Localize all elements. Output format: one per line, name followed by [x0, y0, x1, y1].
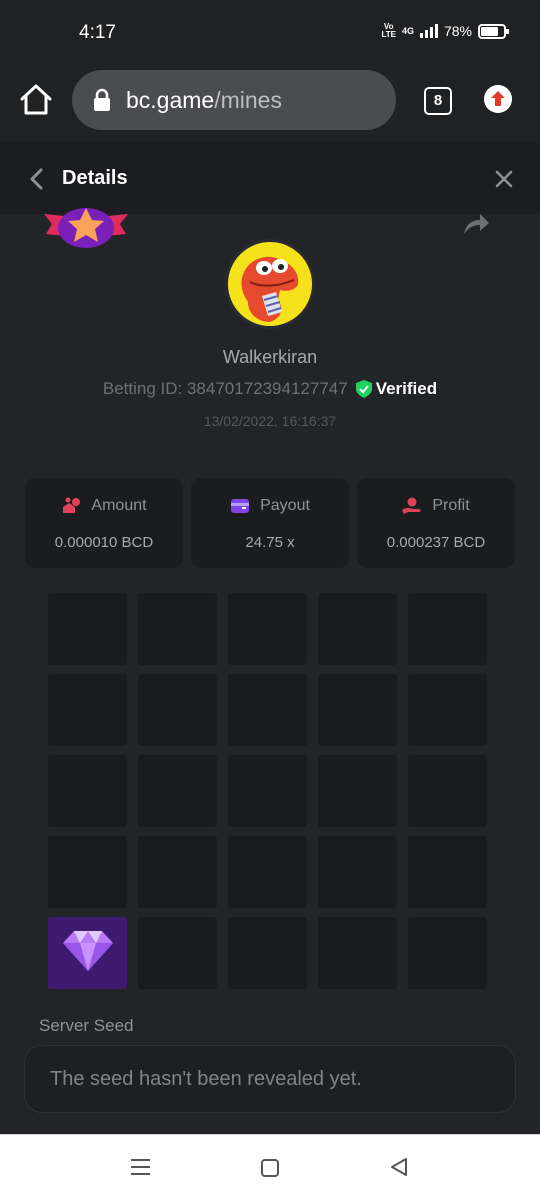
- mine-tile: [318, 917, 397, 989]
- mine-tile-gem: [48, 917, 127, 989]
- url-text: bc.game/mines: [126, 86, 282, 113]
- mine-tile: [408, 674, 487, 746]
- mine-tile: [48, 674, 127, 746]
- bet-details-panel: Walkerkiran Betting ID: 3847017239412774…: [0, 208, 540, 1134]
- network-type: 4G: [401, 26, 414, 36]
- mine-tile: [138, 674, 217, 746]
- payout-card: Payout 24.75 x: [191, 478, 349, 568]
- modal-title: Details: [62, 167, 128, 189]
- mine-tile: [318, 593, 397, 665]
- mine-tile: [138, 836, 217, 908]
- tab-switcher-button[interactable]: 8: [424, 87, 452, 115]
- coins-icon: [63, 497, 81, 513]
- home-nav-icon[interactable]: [261, 1159, 279, 1177]
- status-icons: Vo LTE 4G 78%: [381, 22, 509, 39]
- address-bar[interactable]: bc.game/mines: [72, 70, 396, 130]
- avatar: [225, 239, 315, 329]
- update-icon[interactable]: [484, 85, 512, 113]
- battery-icon: [478, 23, 509, 39]
- mine-tile: [408, 593, 487, 665]
- mine-tile: [408, 917, 487, 989]
- mines-grid: [48, 593, 488, 989]
- server-seed-field[interactable]: The seed hasn't been revealed yet.: [24, 1045, 516, 1113]
- server-seed-label: Server Seed: [39, 1016, 134, 1035]
- mine-tile: [408, 836, 487, 908]
- navigation-bar: [0, 1134, 540, 1200]
- browser-toolbar: bc.game/mines 8: [0, 64, 540, 142]
- betting-id: 38470172394127747: [186, 379, 348, 398]
- mine-tile: [138, 593, 217, 665]
- mine-tile: [228, 836, 307, 908]
- betting-id-row: Betting ID: 38470172394127747 Verified: [0, 379, 540, 399]
- mine-tile: [138, 755, 217, 827]
- mine-tile: [228, 755, 307, 827]
- bet-date: 13/02/2022, 16:16:37: [203, 413, 337, 429]
- modal-header: Details: [0, 142, 540, 214]
- lock-icon: [94, 88, 110, 111]
- mine-tile: [228, 674, 307, 746]
- payout-value: 24.75 x: [245, 534, 295, 551]
- mine-tile: [318, 755, 397, 827]
- home-icon[interactable]: [18, 82, 54, 118]
- share-icon[interactable]: [462, 212, 490, 236]
- amount-card: Amount 0.000010 BCD: [25, 478, 183, 568]
- betting-id-label: Betting ID:: [102, 379, 183, 398]
- signal-icon: [419, 24, 438, 38]
- mine-tile: [48, 593, 127, 665]
- profit-value: 0.000237 BCD: [386, 534, 486, 551]
- close-icon[interactable]: [494, 169, 514, 189]
- status-bar: 4:17 Vo LTE 4G 78%: [0, 0, 540, 64]
- battery-percent: 78%: [443, 23, 472, 39]
- shield-check-icon: [355, 380, 372, 398]
- status-time: 4:17: [79, 22, 116, 43]
- mine-tile: [48, 836, 127, 908]
- mine-tile: [228, 917, 307, 989]
- mine-tile: [138, 917, 217, 989]
- mine-tile: [318, 674, 397, 746]
- gem-icon: [63, 931, 113, 971]
- username: Walkerkiran: [222, 347, 318, 367]
- recent-apps-icon[interactable]: [130, 1158, 151, 1176]
- profit-card: Profit 0.000237 BCD: [357, 478, 515, 568]
- hand-coin-icon: [402, 497, 421, 514]
- back-nav-icon[interactable]: [389, 1157, 409, 1177]
- chevron-left-icon[interactable]: [28, 168, 44, 190]
- mine-tile: [228, 593, 307, 665]
- mine-tile: [48, 755, 127, 827]
- mine-tile: [318, 836, 397, 908]
- wallet-icon: [231, 499, 250, 513]
- volte-icon: Vo LTE: [381, 22, 396, 39]
- vip-badge-icon: [44, 208, 128, 248]
- mine-tile: [408, 755, 487, 827]
- amount-value: 0.000010 BCD: [54, 534, 154, 551]
- verified-badge[interactable]: Verified: [355, 379, 437, 399]
